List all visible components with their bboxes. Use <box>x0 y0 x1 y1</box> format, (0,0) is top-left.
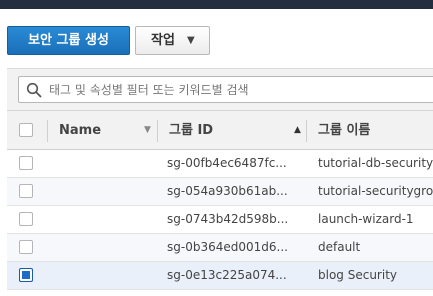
actions-dropdown-button[interactable]: 작업 ▼ <box>135 26 210 55</box>
search-box[interactable] <box>18 76 433 103</box>
select-all-checkbox[interactable] <box>19 123 33 137</box>
row-checkbox[interactable] <box>19 212 33 226</box>
table-header: Name ▼ 그룹 ID ▲ 그룹 이름 <box>7 110 433 150</box>
column-header-group-name[interactable]: 그룹 이름 <box>318 111 370 150</box>
table-row[interactable]: sg-054a930b61ab... tutorial-securitygro <box>7 178 433 206</box>
cell-group-id: sg-054a930b61ab... <box>167 184 288 198</box>
cell-group-name: launch-wizard-1 <box>318 212 414 226</box>
row-checkbox-checked[interactable] <box>19 268 33 282</box>
filter-bar <box>7 68 433 111</box>
cell-group-id: sg-0743b42d598b... <box>167 212 289 226</box>
security-groups-table: Name ▼ 그룹 ID ▲ 그룹 이름 sg-00fb4ec6487fc...… <box>7 110 433 290</box>
column-divider <box>306 120 307 142</box>
table-row-selected[interactable]: sg-0e13c225a074... blog Security <box>7 262 433 290</box>
cell-group-name: default <box>318 240 361 254</box>
cell-group-id: sg-0e13c225a074... <box>167 268 287 282</box>
cell-name <box>59 262 154 289</box>
column-divider <box>47 120 48 142</box>
column-header-name[interactable]: Name <box>59 111 101 150</box>
create-security-group-button[interactable]: 보안 그룹 생성 <box>7 26 130 55</box>
column-divider <box>157 120 158 142</box>
cell-name <box>59 234 154 261</box>
sort-down-icon[interactable]: ▼ <box>144 111 151 150</box>
cell-name <box>59 150 154 177</box>
chevron-down-icon: ▼ <box>187 35 195 46</box>
cell-group-name: tutorial-securitygro <box>318 184 433 198</box>
column-header-group-id[interactable]: 그룹 ID <box>169 111 213 150</box>
cell-name <box>59 178 154 205</box>
cell-group-name: blog Security <box>318 268 398 282</box>
actions-label: 작업 <box>151 33 175 48</box>
cell-group-id: sg-0b364ed001d6... <box>167 240 288 254</box>
table-row[interactable]: sg-0743b42d598b... launch-wizard-1 <box>7 206 433 234</box>
table-row[interactable]: sg-0b364ed001d6... default <box>7 234 433 262</box>
search-input[interactable] <box>49 77 433 102</box>
row-checkbox[interactable] <box>19 184 33 198</box>
table-row[interactable]: sg-00fb4ec6487fc... tutorial-db-security <box>7 150 433 178</box>
search-icon <box>26 82 42 98</box>
cell-group-name: tutorial-db-security <box>318 156 433 170</box>
cell-name <box>59 206 154 233</box>
top-navigation-bar <box>0 0 433 9</box>
row-checkbox[interactable] <box>19 156 33 170</box>
cell-group-id: sg-00fb4ec6487fc... <box>167 156 287 170</box>
row-checkbox[interactable] <box>19 240 33 254</box>
sort-up-icon[interactable]: ▲ <box>294 111 301 150</box>
